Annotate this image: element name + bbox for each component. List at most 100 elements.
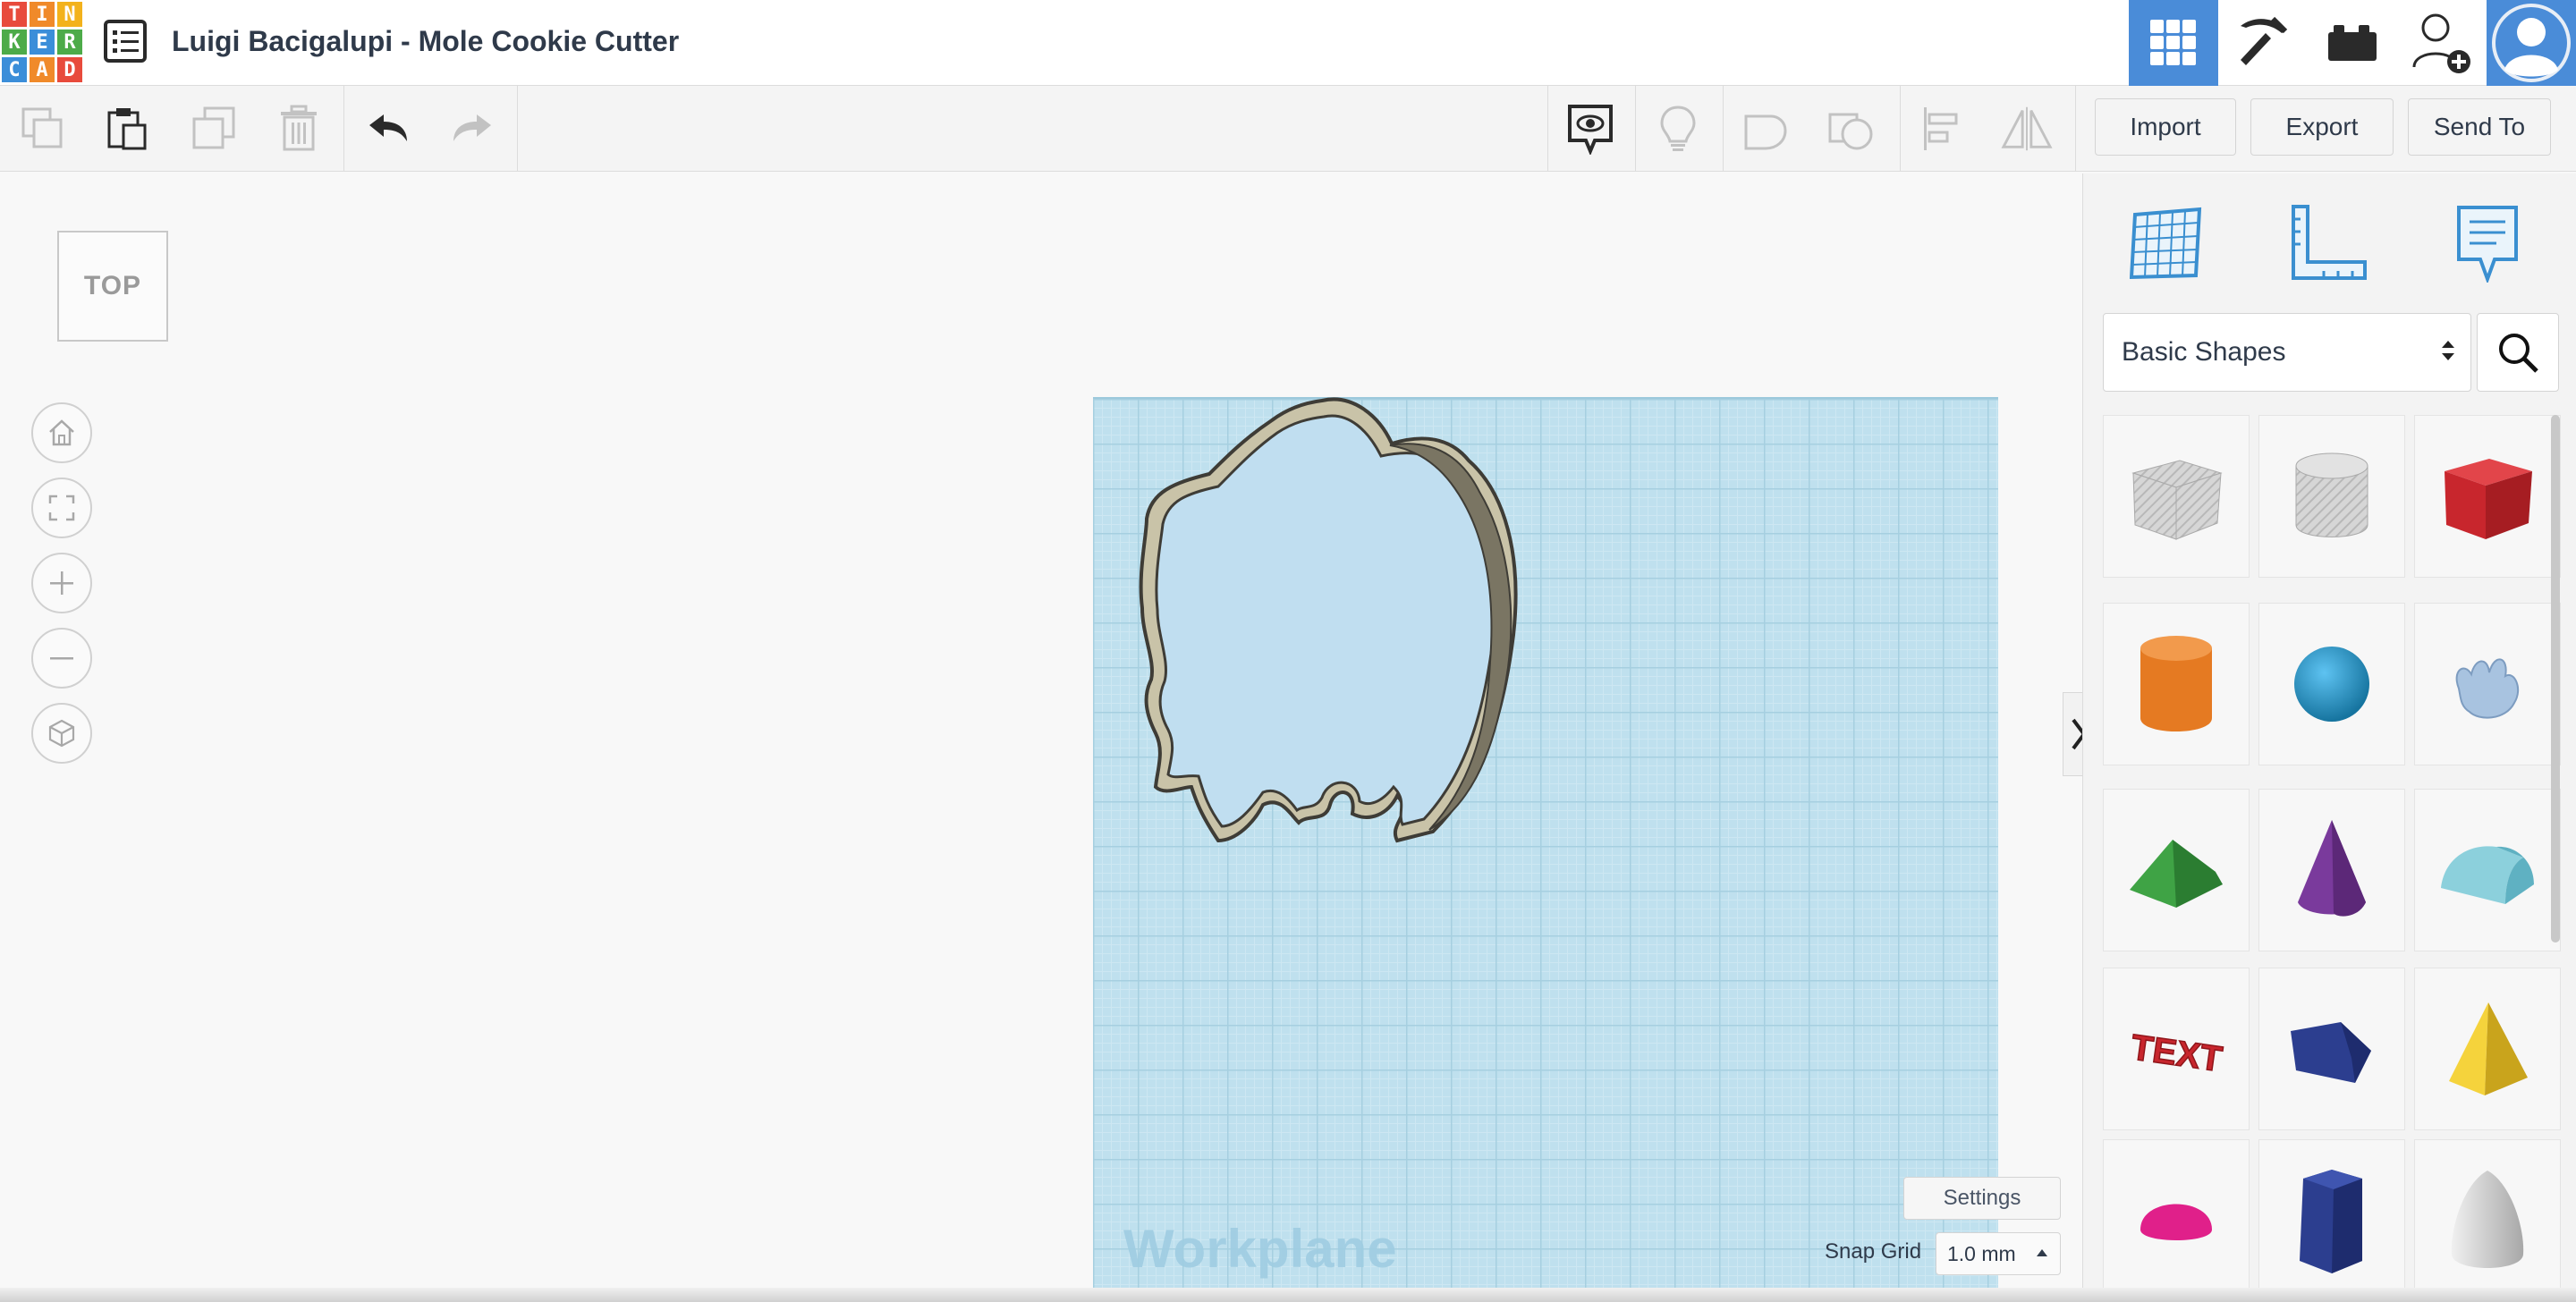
snap-grid-select[interactable]: 1.0 mm (1936, 1232, 2061, 1275)
shape-category-select[interactable]: Basic Shapes (2103, 313, 2471, 392)
toolbar-separator (1723, 86, 1724, 172)
add-user-icon (2412, 13, 2470, 73)
home-view-icon (49, 419, 74, 446)
notes-icon (2457, 206, 2518, 283)
bricks-button[interactable] (2308, 0, 2397, 86)
pyramid-shape-icon (2449, 1002, 2528, 1095)
logo-letter: D (57, 57, 82, 82)
tinkercad-logo[interactable]: T I N K E R C A D (2, 2, 82, 82)
shape-tile-round-roof[interactable] (2414, 789, 2561, 951)
invite-user-button[interactable] (2397, 0, 2487, 86)
align-icon (1924, 107, 1958, 150)
zoom-in-icon (50, 571, 73, 595)
group-button[interactable] (1739, 102, 1792, 156)
shape-tile-polygon[interactable] (2258, 968, 2405, 1130)
note-tool-button[interactable] (1651, 102, 1705, 156)
shape-tile-roof[interactable] (2103, 789, 2250, 951)
view-cube[interactable]: TOP (57, 231, 168, 342)
zoom-out-icon (50, 657, 73, 660)
redo-icon (453, 114, 491, 141)
design-title[interactable]: Luigi Bacigalupi - Mole Cookie Cutter (172, 25, 679, 58)
roof-shape-icon (2130, 840, 2223, 908)
ortho-view-icon (48, 719, 75, 748)
fit-view-icon (48, 495, 75, 521)
user-avatar-icon (2492, 4, 2571, 82)
toolbar-separator (2075, 86, 2076, 172)
logo-letter: T (2, 2, 27, 27)
shape-tile-sphere[interactable] (2258, 603, 2405, 765)
delete-button[interactable] (272, 102, 326, 156)
fit-view-button[interactable] (31, 478, 92, 538)
paste-button[interactable] (100, 102, 154, 156)
shape-tile-cylinder[interactable] (2103, 603, 2250, 765)
home-view-button[interactable] (31, 402, 92, 463)
settings-button[interactable]: Settings (1903, 1177, 2061, 1220)
blocks-button[interactable] (2218, 0, 2308, 86)
snap-grid-label: Snap Grid (1825, 1239, 1922, 1264)
zoom-in-button[interactable] (31, 553, 92, 613)
notes-visibility-button[interactable] (1563, 102, 1617, 156)
shape-tile-box[interactable] (2414, 415, 2561, 578)
shape-tile-half-sphere[interactable] (2103, 1139, 2250, 1302)
workplane-label: Workplane (1123, 1219, 1397, 1279)
undo-icon (369, 114, 407, 141)
shape-tile-paraboloid[interactable] (2414, 1139, 2561, 1302)
logo-letter: N (57, 2, 82, 27)
top-header: T I N K E R C A D Luigi Bacigalupi - Mol… (0, 0, 2576, 86)
box-shape-icon (2445, 459, 2532, 539)
round-roof-shape-icon (2441, 846, 2534, 904)
paste-icon (107, 108, 147, 150)
scribble-shape-icon (2455, 658, 2520, 719)
mirror-button[interactable] (2000, 102, 2054, 156)
workplane-grid-icon (2130, 207, 2202, 280)
import-button[interactable]: Import (2095, 98, 2236, 156)
3d-design-grid-icon (2150, 20, 2196, 65)
polygon-shape-icon (2291, 1022, 2371, 1083)
3d-design-button[interactable] (2129, 0, 2218, 86)
toolbar-separator (517, 86, 518, 172)
text-shape-label: TEXT (2129, 1027, 2224, 1079)
mole-cookie-cutter-model[interactable] (1129, 393, 1594, 858)
copy-button[interactable] (16, 102, 70, 156)
window-bottom-edge (0, 1288, 2576, 1302)
ungroup-button[interactable] (1825, 102, 1878, 156)
chevron-up-icon (2037, 1249, 2047, 1256)
user-profile-button[interactable] (2487, 0, 2576, 86)
search-icon (2499, 334, 2538, 373)
zoom-out-button[interactable] (31, 628, 92, 689)
select-arrows-icon (2442, 341, 2454, 360)
tinkercad-editor: T I N K E R C A D Luigi Bacigalupi - Mol… (0, 0, 2576, 1302)
logo-letter: R (57, 30, 82, 55)
half-sphere-shape-icon (2140, 1204, 2212, 1240)
shape-tile-text[interactable]: TEXT (2103, 968, 2250, 1130)
panel-scrollbar[interactable] (2551, 415, 2560, 943)
notes-tool-button[interactable] (2445, 200, 2530, 286)
shape-tile-cylinder-hole[interactable] (2258, 415, 2405, 578)
shape-tile-cone[interactable] (2258, 789, 2405, 951)
duplicate-icon (192, 106, 235, 149)
group-icon (1744, 114, 1787, 150)
shape-tile-pyramid[interactable] (2414, 968, 2561, 1130)
pickaxe-icon (2241, 16, 2288, 65)
light-bulb-icon (1660, 106, 1696, 151)
send-to-button[interactable]: Send To (2408, 98, 2551, 156)
shapes-panel: Basic Shapes TEXT (2082, 173, 2576, 1302)
align-button[interactable] (1916, 102, 1970, 156)
text-shape-icon: TEXT (2128, 1027, 2225, 1079)
undo-button[interactable] (361, 102, 415, 156)
shape-tile-scribble[interactable] (2414, 603, 2561, 765)
snap-grid-value: 1.0 mm (1947, 1241, 2016, 1265)
shape-tile-hexagonal-prism[interactable] (2258, 1139, 2405, 1302)
shape-search-button[interactable] (2477, 313, 2559, 392)
redo-button[interactable] (445, 102, 499, 156)
delete-icon (281, 105, 317, 151)
export-button[interactable]: Export (2250, 98, 2394, 156)
shape-category-value: Basic Shapes (2122, 337, 2286, 367)
duplicate-button[interactable] (188, 102, 242, 156)
ruler-tool-button[interactable] (2285, 200, 2371, 286)
shape-tile-box-hole[interactable] (2103, 415, 2250, 578)
design-list-button[interactable] (102, 18, 148, 64)
ortho-view-button[interactable] (31, 703, 92, 764)
hexagonal-prism-shape-icon (2300, 1170, 2362, 1273)
workplane-tool-button[interactable] (2124, 200, 2210, 286)
